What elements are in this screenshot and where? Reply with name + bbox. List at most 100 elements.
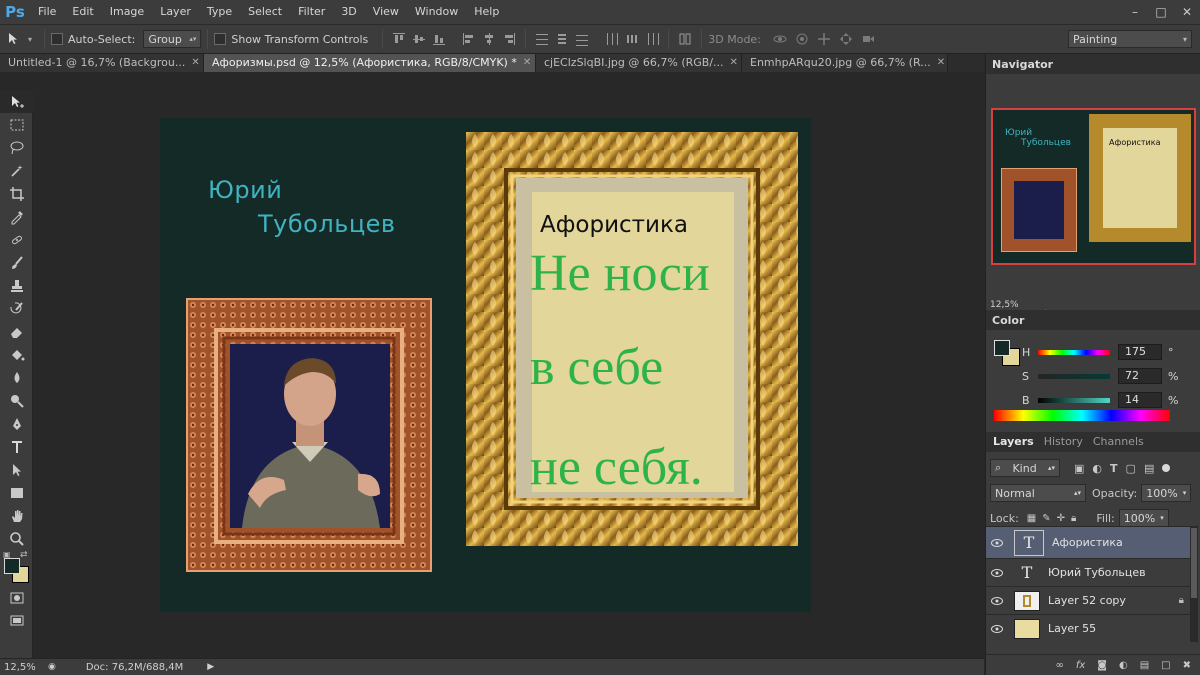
maximize-icon[interactable]: □ <box>1148 0 1174 24</box>
brightness-value[interactable]: 14 <box>1118 392 1162 408</box>
align-right-icon[interactable] <box>502 32 516 46</box>
opacity-field[interactable]: 100% ▾ <box>1141 484 1192 502</box>
color-header[interactable]: Color <box>986 310 1200 330</box>
menu-layer[interactable]: Layer <box>152 0 199 24</box>
blend-mode-dropdown[interactable]: Normal ▴▾ <box>990 484 1086 502</box>
brush-tool-icon[interactable] <box>0 251 33 274</box>
tab-layers[interactable]: Layers <box>990 432 1037 452</box>
paint-bucket-tool-icon[interactable] <box>0 343 33 366</box>
new-group-icon[interactable]: ▤ <box>1140 660 1149 671</box>
scrollbar-thumb[interactable] <box>1191 528 1197 598</box>
zoom-tool-icon[interactable] <box>0 527 33 550</box>
foreground-color-swatch[interactable] <box>994 340 1010 356</box>
distribute-right-icon[interactable] <box>645 32 660 46</box>
distribute-top-icon[interactable] <box>535 32 549 46</box>
3d-scale-icon[interactable] <box>861 32 875 46</box>
link-layers-icon[interactable]: ∞ <box>1055 660 1063 671</box>
layer-row-aphorism-title[interactable]: T Афористика <box>986 526 1190 558</box>
swap-colors-icon[interactable]: ⇄ <box>20 550 28 560</box>
filter-shape-icon[interactable]: ▢ <box>1126 462 1136 475</box>
doc-tab-cjeclz[interactable]: cjEClzSlqBI.jpg @ 66,7% (RGB/... ✕ <box>536 54 742 72</box>
auto-select-checkbox[interactable] <box>51 33 64 45</box>
hue-slider[interactable] <box>1038 349 1110 355</box>
eye-icon[interactable] <box>986 538 1008 547</box>
doc-tab-enmhpar[interactable]: EnmhpARqu20.jpg @ 66,7% (R... ✕ <box>742 54 948 72</box>
zoom-level[interactable]: 12,5% <box>4 662 44 673</box>
menu-edit[interactable]: Edit <box>64 0 101 24</box>
lock-image-icon[interactable]: ✎ <box>1042 513 1050 524</box>
show-transform-checkbox[interactable] <box>214 33 227 45</box>
layer-row-layer55[interactable]: Layer 55 <box>986 614 1190 642</box>
close-icon[interactable]: ✕ <box>1174 0 1200 24</box>
type-tool-icon[interactable] <box>0 435 33 458</box>
tab-history[interactable]: History <box>1041 432 1086 452</box>
brightness-slider[interactable] <box>1038 397 1110 403</box>
healing-brush-tool-icon[interactable] <box>0 228 33 251</box>
saturation-slider[interactable] <box>1038 373 1110 379</box>
fill-field[interactable]: 100% ▾ <box>1118 509 1169 527</box>
doc-tab-untitled[interactable]: Untitled-1 @ 16,7% (Backgrou... ✕ <box>0 54 204 72</box>
add-mask-icon[interactable]: ◙ <box>1097 660 1107 671</box>
pen-tool-icon[interactable] <box>0 412 33 435</box>
close-icon[interactable]: ✕ <box>191 54 199 72</box>
status-menu-arrow-icon[interactable]: ▶ <box>207 662 214 672</box>
navigator-thumbnail[interactable]: Юрий Тубольцев Афористика <box>991 108 1196 265</box>
delete-layer-icon[interactable]: ✖ <box>1183 660 1191 671</box>
filter-toggle-icon[interactable] <box>1162 464 1171 472</box>
crop-tool-icon[interactable] <box>0 182 33 205</box>
menu-select[interactable]: Select <box>240 0 290 24</box>
rectangle-tool-icon[interactable] <box>0 481 33 504</box>
auto-select-dropdown[interactable]: Group ▴▾ <box>143 30 202 48</box>
color-spectrum-ramp[interactable] <box>994 410 1170 421</box>
move-tool-preset-icon[interactable] <box>0 31 28 47</box>
status-info-icon[interactable]: ◉ <box>48 662 56 672</box>
layer-kind-filter[interactable]: ⌕ Kind ▴▾ <box>990 459 1060 477</box>
filter-smart-object-icon[interactable]: ▤ <box>1144 462 1154 475</box>
align-hcenter-icon[interactable] <box>482 32 496 46</box>
close-icon[interactable]: ✕ <box>523 54 531 72</box>
close-icon[interactable]: ✕ <box>937 54 945 72</box>
hue-value[interactable]: 175 <box>1118 344 1162 360</box>
document-workspace[interactable]: Юрий Тубольцев Афористика Не носи в себе… <box>34 72 984 658</box>
3d-rotate-icon[interactable] <box>773 32 787 46</box>
close-icon[interactable]: ✕ <box>730 54 738 72</box>
eye-icon[interactable] <box>986 568 1008 577</box>
menu-filter[interactable]: Filter <box>290 0 333 24</box>
lock-all-icon[interactable]: 🔒︎ <box>1071 513 1076 524</box>
menu-image[interactable]: Image <box>102 0 152 24</box>
screen-mode-icon[interactable] <box>0 609 33 632</box>
align-vcenter-icon[interactable] <box>412 32 426 46</box>
hand-tool-icon[interactable] <box>0 504 33 527</box>
new-layer-icon[interactable]: □ <box>1161 660 1170 671</box>
menu-3d[interactable]: 3D <box>333 0 364 24</box>
align-bottom-icon[interactable] <box>432 32 446 46</box>
layers-scrollbar[interactable] <box>1190 526 1198 642</box>
path-selection-tool-icon[interactable] <box>0 458 33 481</box>
distribute-left-icon[interactable] <box>605 32 619 46</box>
clone-stamp-tool-icon[interactable] <box>0 274 33 297</box>
dodge-tool-icon[interactable] <box>0 389 33 412</box>
document-canvas[interactable]: Юрий Тубольцев Афористика Не носи в себе… <box>160 118 811 612</box>
filter-adjustment-icon[interactable]: ◐ <box>1092 462 1102 475</box>
distribute-hcenter-icon[interactable] <box>625 32 639 46</box>
navigator-zoom[interactable]: 12,5% <box>990 300 1019 310</box>
auto-align-icon[interactable] <box>678 32 692 46</box>
3d-roll-icon[interactable] <box>795 32 809 46</box>
lock-position-icon[interactable]: ✛ <box>1057 513 1065 524</box>
3d-pan-icon[interactable] <box>817 32 831 46</box>
distribute-vcenter-icon[interactable] <box>555 32 569 46</box>
menu-type[interactable]: Type <box>199 0 240 24</box>
layer-row-layer52copy[interactable]: Layer 52 copy 🔒︎ <box>986 586 1190 614</box>
filter-type-icon[interactable]: T <box>1110 462 1118 475</box>
lock-transparent-icon[interactable]: ▦ <box>1027 513 1036 524</box>
marquee-tool-icon[interactable] <box>0 113 33 136</box>
eye-icon[interactable] <box>986 624 1008 633</box>
blur-tool-icon[interactable] <box>0 366 33 389</box>
chevron-down-icon[interactable]: ▾ <box>28 35 32 44</box>
minimize-icon[interactable]: – <box>1122 0 1148 24</box>
eyedropper-tool-icon[interactable] <box>0 205 33 228</box>
menu-file[interactable]: File <box>30 0 64 24</box>
align-top-icon[interactable] <box>392 32 406 46</box>
eye-icon[interactable] <box>986 596 1008 605</box>
adjustment-layer-icon[interactable]: ◐ <box>1119 660 1128 671</box>
